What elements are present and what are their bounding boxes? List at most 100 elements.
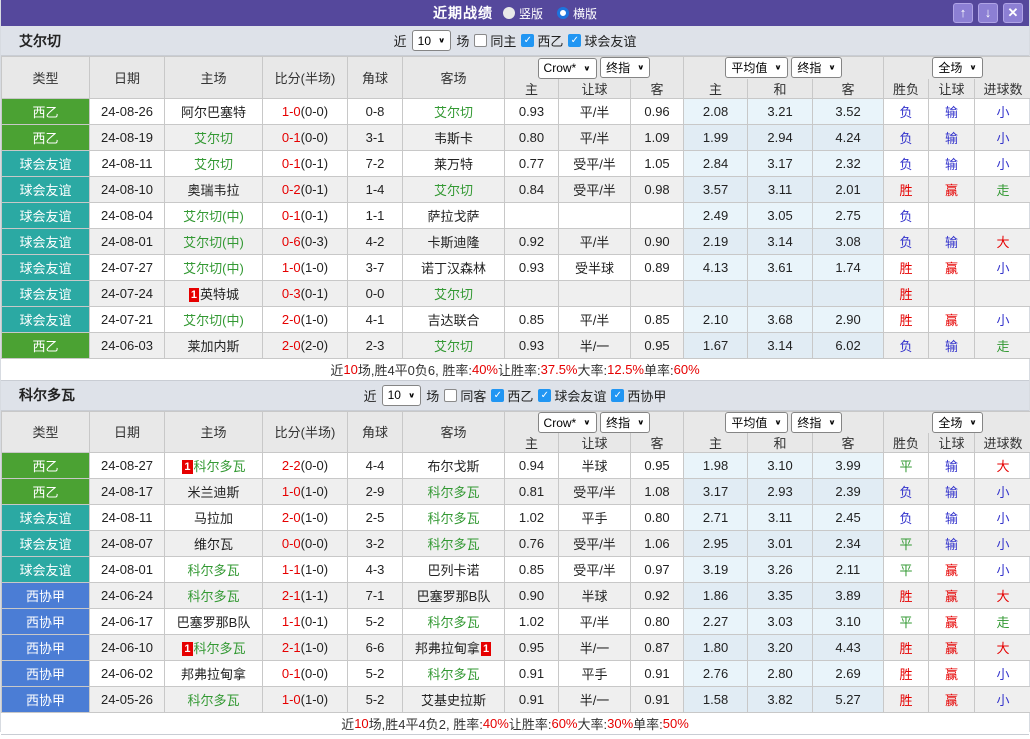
summary-segment: 场,胜4平0负6, 胜率: — [358, 360, 472, 379]
filter-label: 西协甲 — [627, 386, 666, 405]
home-team: 艾尔切(中) — [183, 261, 244, 276]
odds-handicap: 半/一 — [559, 332, 631, 358]
home-team: 邦弗拉甸拿 — [181, 667, 246, 682]
score-cell: 1-0(0-0) — [263, 98, 348, 124]
match-date: 24-08-04 — [90, 202, 165, 228]
league-filter-同客[interactable]: 同客 — [444, 386, 486, 405]
result-goals: 大 — [975, 635, 1030, 661]
chevron-down-icon: ∨ — [637, 63, 644, 72]
average-group-header: 平均值∨ 终指∨ — [684, 411, 884, 433]
score-cell: 2-1(1-0) — [263, 635, 348, 661]
subheader-goals: 进球数 — [975, 433, 1030, 453]
average-select[interactable]: 平均值∨ — [725, 57, 787, 78]
home-team: 奥瑞韦拉 — [187, 183, 239, 198]
league-badge: 球会友谊 — [2, 557, 90, 583]
away-team-cell: 艾尔切 — [403, 280, 505, 306]
close-button[interactable]: ✕ — [1003, 3, 1023, 23]
avg-away: 4.43 — [813, 635, 884, 661]
result-handicap: 赢 — [929, 176, 975, 202]
scroll-up-button[interactable]: ↑ — [953, 3, 973, 23]
league-badge: 球会友谊 — [2, 531, 90, 557]
odds-time-select[interactable]: 终指∨ — [600, 412, 650, 433]
scroll-down-button[interactable]: ↓ — [978, 3, 998, 23]
layout-radio-horizontal[interactable]: 横版 — [557, 5, 597, 22]
avg-home: 1.86 — [684, 583, 748, 609]
checked-checkbox-icon: ✓ — [521, 34, 534, 47]
match-filters: 近10∨场同主✓西乙✓球会友谊 — [1, 30, 1029, 51]
result-goals: 小 — [975, 306, 1030, 332]
scope-select[interactable]: 全场∨ — [932, 57, 982, 78]
avg-draw: 3.68 — [748, 306, 813, 332]
home-team: 科尔多瓦 — [194, 459, 246, 474]
avg-draw: 3.20 — [748, 635, 813, 661]
column-header-away: 客场 — [403, 57, 505, 99]
corner-cell: 5-2 — [348, 687, 403, 713]
avg-away: 1.74 — [813, 254, 884, 280]
match-row: 西协甲24-06-02邦弗拉甸拿0-1(0-0)5-2科尔多瓦0.91平手0.9… — [2, 661, 1030, 687]
match-row: 西协甲24-05-26科尔多瓦1-0(1-0)5-2艾基史拉斯0.91半/一0.… — [2, 687, 1030, 713]
full-score: 0-3 — [282, 286, 301, 301]
avg-away: 2.11 — [813, 557, 884, 583]
subheader-odds-handicap: 让球 — [559, 79, 631, 99]
near-label: 近 — [364, 386, 377, 405]
average-time-select[interactable]: 终指∨ — [791, 57, 841, 78]
home-team-cell: 艾尔切(中) — [165, 202, 263, 228]
home-team: 科尔多瓦 — [187, 693, 239, 708]
away-team-cell: 艾尔切 — [403, 98, 505, 124]
avg-home: 1.67 — [684, 332, 748, 358]
league-filter-球会友谊[interactable]: ✓球会友谊 — [538, 386, 606, 405]
home-team-cell: 巴塞罗那B队 — [165, 609, 263, 635]
avg-home: 1.80 — [684, 635, 748, 661]
score-cell: 0-6(0-3) — [263, 228, 348, 254]
league-filter-球会友谊[interactable]: ✓球会友谊 — [568, 31, 636, 50]
avg-away: 2.75 — [813, 202, 884, 228]
down-arrow-icon: ↓ — [985, 5, 992, 20]
odds-handicap: 半球 — [559, 453, 631, 479]
avg-away: 2.90 — [813, 306, 884, 332]
match-count-value: 10 — [418, 34, 431, 48]
full-score: 1-1 — [282, 562, 301, 577]
league-filter-西乙[interactable]: ✓西乙 — [491, 386, 533, 405]
avg-draw: 3.17 — [748, 150, 813, 176]
odds-time-select[interactable]: 终指∨ — [600, 57, 650, 78]
away-team: 艾尔切 — [434, 183, 473, 198]
checked-checkbox-icon: ✓ — [568, 34, 581, 47]
odds-away: 0.80 — [631, 505, 684, 531]
result-goals: 小 — [975, 254, 1030, 280]
odds-handicap: 平手 — [559, 661, 631, 687]
away-team-cell: 科尔多瓦 — [403, 505, 505, 531]
odds-away: 0.80 — [631, 609, 684, 635]
half-score: (0-0) — [301, 666, 328, 681]
average-time-select[interactable]: 终指∨ — [791, 412, 841, 433]
match-count-select[interactable]: 10∨ — [382, 385, 422, 406]
avg-home: 2.27 — [684, 609, 748, 635]
average-select[interactable]: 平均值∨ — [725, 412, 787, 433]
scope-select[interactable]: 全场∨ — [932, 412, 982, 433]
titlebar-buttons: ↑ ↓ ✕ — [953, 3, 1023, 23]
avg-away — [813, 280, 884, 306]
league-filter-西协甲[interactable]: ✓西协甲 — [611, 386, 666, 405]
league-filter-西乙[interactable]: ✓西乙 — [521, 31, 563, 50]
odds-home: 0.76 — [505, 531, 559, 557]
avg-away: 3.89 — [813, 583, 884, 609]
away-team: 韦斯卡 — [434, 131, 473, 146]
layout-radio-vertical[interactable]: 竖版 — [503, 5, 543, 22]
filter-label: 西乙 — [507, 386, 533, 405]
avg-home: 4.13 — [684, 254, 748, 280]
league-filter-同主[interactable]: 同主 — [474, 31, 516, 50]
avg-away: 2.32 — [813, 150, 884, 176]
odds-home: 0.85 — [505, 557, 559, 583]
score-cell: 1-0(1-0) — [263, 254, 348, 280]
match-date: 24-08-26 — [90, 98, 165, 124]
result-handicap: 输 — [929, 124, 975, 150]
result-goals: 走 — [975, 609, 1030, 635]
match-count-select[interactable]: 10∨ — [412, 30, 452, 51]
odds-source-select[interactable]: Crow*∨ — [538, 412, 597, 433]
odds-source-select[interactable]: Crow*∨ — [538, 58, 597, 79]
full-score: 1-0 — [282, 104, 301, 119]
result-goals — [975, 280, 1030, 306]
result-handicap: 输 — [929, 531, 975, 557]
result-winloss: 负 — [884, 150, 929, 176]
summary-segment: 30% — [607, 716, 633, 731]
result-winloss: 负 — [884, 124, 929, 150]
